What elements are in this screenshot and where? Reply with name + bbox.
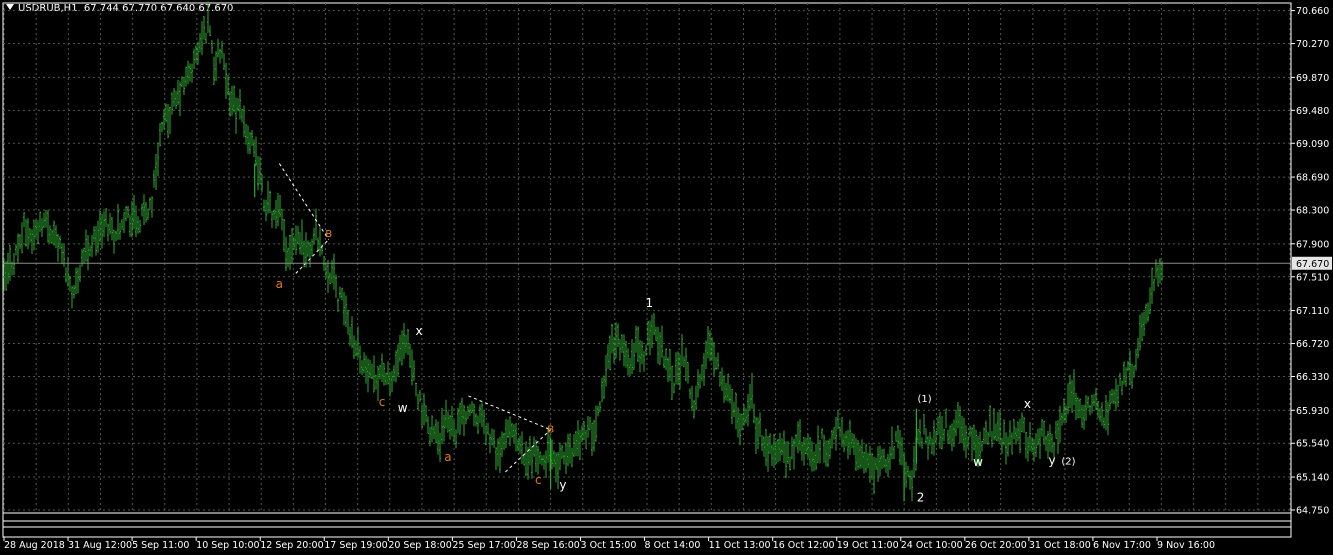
wave-label: w xyxy=(398,401,408,415)
y-tick-label: 68.300 xyxy=(1296,206,1329,217)
y-tick-label: 66.720 xyxy=(1296,339,1329,350)
x-tick-label: 25 Sep 17:00 xyxy=(452,540,515,551)
x-tick-label: 17 Sep 19:00 xyxy=(324,540,387,551)
wave-label: y xyxy=(1048,453,1055,467)
current-price-line: 67.670 xyxy=(3,256,1332,270)
y-tick-label: 70.270 xyxy=(1296,39,1329,50)
wave-trendline xyxy=(278,163,330,240)
y-tick-label: 66.330 xyxy=(1296,372,1329,383)
y-tick-label: 69.480 xyxy=(1296,106,1329,117)
x-tick-label: 28 Aug 2018 xyxy=(4,540,65,551)
x-tick-label: 19 Oct 11:00 xyxy=(837,540,899,551)
y-tick-label: 65.540 xyxy=(1296,439,1329,450)
wave-label: w xyxy=(973,455,983,469)
wave-label: в xyxy=(547,421,554,435)
wave-label: 1 xyxy=(645,296,653,310)
y-tick-label: 69.870 xyxy=(1296,73,1329,84)
y-tick-label: 67.110 xyxy=(1296,306,1329,317)
wave-annotations: aвc wxaвc y1(1)2wxy (2) xyxy=(276,163,1076,505)
x-tick-label: 31 Oct 18:00 xyxy=(1029,540,1091,551)
x-tick-label: 20 Sep 18:00 xyxy=(388,540,451,551)
y-tick-label: 65.930 xyxy=(1296,406,1329,417)
wave-label: 2 xyxy=(917,491,925,505)
y-tick-label: 70.660 xyxy=(1296,6,1329,17)
current-price-label: 67.670 xyxy=(1296,259,1329,270)
price-bars xyxy=(3,1,1163,502)
x-tick-label: 16 Oct 12:00 xyxy=(773,540,835,551)
price-chart[interactable]: aвc wxaвc y1(1)2wxy (2) 67.670 70.66070.270… xyxy=(0,0,1333,555)
wave-label: a xyxy=(276,277,283,291)
x-tick-label: 11 Oct 13:00 xyxy=(709,540,771,551)
x-tick-label: 12 Sep 20:00 xyxy=(260,540,323,551)
x-tick-label: 3 Oct 15:00 xyxy=(581,540,637,551)
wave-label: (2) xyxy=(1061,456,1075,467)
x-tick-label: 6 Nov 17:00 xyxy=(1093,540,1151,551)
wave-label: x xyxy=(1024,397,1031,411)
x-tick-label: 8 Oct 14:00 xyxy=(645,540,701,551)
wave-label: a xyxy=(444,450,451,464)
y-tick-label: 65.140 xyxy=(1296,473,1329,484)
wave-label: в xyxy=(325,226,332,240)
x-tick-label: 9 Nov 16:00 xyxy=(1157,540,1215,551)
chart-grid xyxy=(2,2,1292,538)
wave-label: (1) xyxy=(918,394,932,405)
y-tick-label: 67.900 xyxy=(1296,239,1329,250)
wave-label: y xyxy=(559,478,566,492)
wave-label: c xyxy=(535,473,542,487)
x-tick-label: 31 Aug 12:00 xyxy=(68,540,132,551)
y-tick-label: 68.690 xyxy=(1296,173,1329,184)
wave-label: c xyxy=(379,395,386,409)
wave-label: x xyxy=(416,324,423,338)
x-tick-label: 10 Sep 10:00 xyxy=(196,540,259,551)
y-tick-label: 69.090 xyxy=(1296,139,1329,150)
y-tick-label: 64.750 xyxy=(1296,506,1329,517)
x-tick-label: 28 Sep 16:00 xyxy=(516,540,579,551)
time-axis: 28 Aug 2018 31 Aug 12:00 5 Sep 11:00 10 Sep… xyxy=(3,537,1215,551)
y-tick-label: 67.510 xyxy=(1296,272,1329,283)
x-tick-label: 24 Oct 10:00 xyxy=(901,540,963,551)
x-tick-label: 26 Oct 20:00 xyxy=(965,540,1027,551)
x-tick-label: 5 Sep 11:00 xyxy=(132,540,189,551)
